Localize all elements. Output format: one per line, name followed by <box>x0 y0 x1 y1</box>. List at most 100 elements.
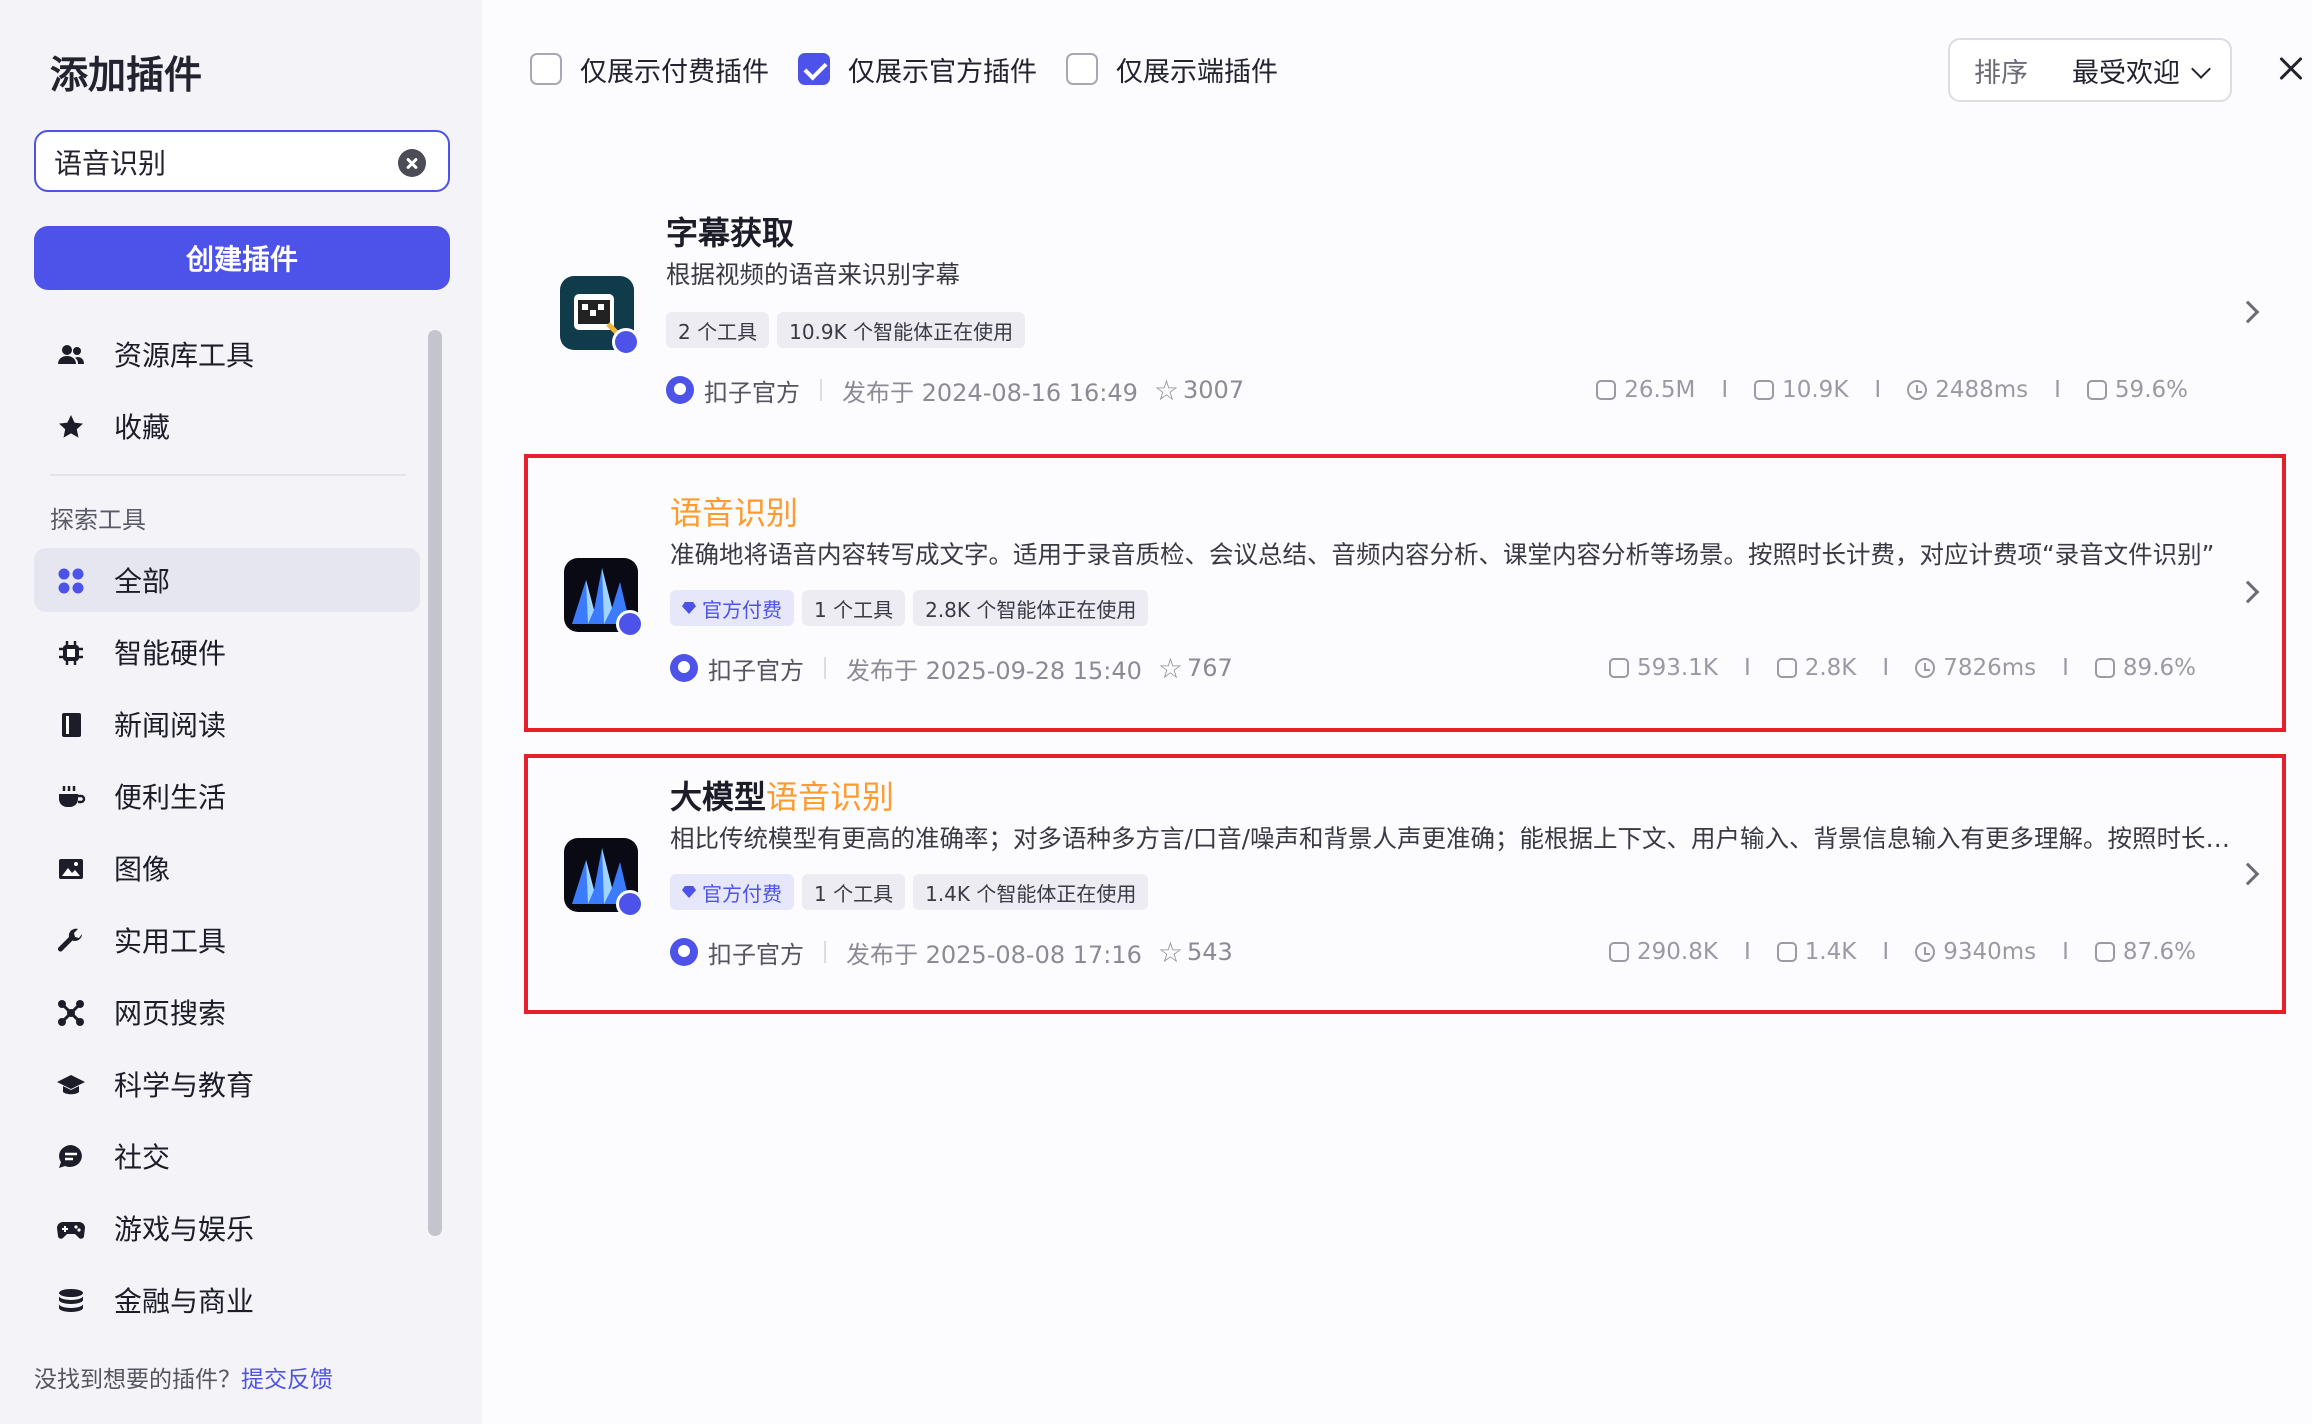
sidebar-item-utilities[interactable]: 实用工具 <box>34 908 420 972</box>
stat-calls: 593.1K <box>1637 655 1718 681</box>
star-icon <box>56 412 86 442</box>
filter-device[interactable]: 仅展示端插件 <box>1066 52 1278 88</box>
star-icon: ☆ <box>1157 651 1184 685</box>
stat-latency: 2488ms <box>1935 377 2029 403</box>
plugin-logo <box>564 838 644 918</box>
separator: I <box>1874 377 1882 403</box>
separator: I <box>2062 939 2069 965</box>
search-box[interactable] <box>34 130 450 192</box>
publish-date: 发布于 2025-09-28 15:40 <box>846 656 1142 685</box>
filter-label: 仅展示端插件 <box>1116 56 1278 88</box>
author-avatar <box>670 938 698 966</box>
checkbox-paid[interactable] <box>530 53 562 85</box>
plugin-logo <box>564 558 644 638</box>
feedback-text: 没找到想要的插件？ <box>34 1367 241 1393</box>
plugin-stats: 26.5M I 10.9K I 2488ms I 59.6% <box>1596 372 2188 408</box>
stat-success: 89.6% <box>2122 655 2196 681</box>
chevron-right-icon[interactable] <box>2236 862 2260 886</box>
users-icon <box>56 340 86 370</box>
sidebar-item-finance[interactable]: 金融与商业 <box>34 1268 420 1332</box>
sort-value: 最受欢迎 <box>2072 57 2180 89</box>
sidebar-item-all[interactable]: 全部 <box>34 548 420 612</box>
create-plugin-button[interactable]: 创建插件 <box>34 226 450 290</box>
success-rate-icon <box>2094 658 2115 678</box>
calls-icon <box>1596 380 1617 400</box>
calls-icon <box>1609 658 1629 678</box>
divider <box>50 474 406 476</box>
chip-icon <box>56 638 86 668</box>
stat-success: 87.6% <box>2122 939 2196 965</box>
plugin-title: 大模型语音识别 <box>670 778 895 816</box>
sidebar-item-label: 网页搜索 <box>114 997 227 1030</box>
sidebar-item-label: 收藏 <box>114 411 171 444</box>
plugin-card-subtitle[interactable]: 字幕获取 根据视频的语音来识别字幕 2 个工具 10.9K 个智能体正在使用 扣… <box>524 190 2286 460</box>
sidebar-item-label: 游戏与娱乐 <box>114 1213 255 1246</box>
separator: I <box>1721 377 1729 403</box>
plugin-card-speech-recognition[interactable]: 语音识别 准确地将语音内容转写成文字。适用于录音质检、会议总结、音频内容分析、课… <box>524 454 2286 732</box>
sidebar-item-label: 图像 <box>114 853 171 886</box>
sidebar-scrollbar[interactable] <box>428 330 442 1236</box>
plugin-card-llm-speech-recognition[interactable]: 大模型语音识别 相比传统模型有更高的准确率；对多语种多方言/口音/噪声和背景人声… <box>524 754 2286 1014</box>
sidebar-item-science-education[interactable]: 科学与教育 <box>34 1052 420 1116</box>
search-input[interactable] <box>54 140 394 184</box>
coins-icon <box>56 1286 86 1316</box>
publish-date: 发布于 2024-08-16 16:49 <box>842 378 1138 407</box>
filter-paid[interactable]: 仅展示付费插件 <box>530 52 769 88</box>
sidebar-item-label: 资源库工具 <box>114 339 255 372</box>
filter-official[interactable]: 仅展示官方插件 <box>798 52 1037 88</box>
plugin-stats: 593.1K I 2.8K I 7826ms I 89.6% <box>1609 650 2196 686</box>
separator: I <box>1882 655 1890 681</box>
sidebar-item-label: 社交 <box>114 1141 171 1174</box>
plugin-tags: 官方付费 1 个工具 2.8K 个智能体正在使用 <box>670 590 1149 626</box>
separator: I <box>2062 655 2069 681</box>
checkbox-official[interactable] <box>798 53 830 85</box>
plugin-meta: 扣子官方 发布于 2025-09-28 15:40 ☆ 767 <box>670 650 1233 686</box>
star-icon: ☆ <box>1157 935 1184 969</box>
sidebar-item-lifestyle[interactable]: 便利生活 <box>34 764 420 828</box>
chevron-right-icon[interactable] <box>2236 580 2260 604</box>
official-badge-icon <box>612 328 640 356</box>
book-icon <box>56 710 86 740</box>
sidebar-item-games[interactable]: 游戏与娱乐 <box>34 1196 420 1260</box>
sort-dropdown[interactable]: 排序 最受欢迎 <box>1948 38 2232 102</box>
plugin-title: 字幕获取 <box>666 214 795 252</box>
star-count: 543 <box>1187 938 1233 966</box>
publish-date: 发布于 2025-08-08 17:16 <box>846 940 1142 969</box>
filter-label: 仅展示付费插件 <box>580 56 769 88</box>
bots-icon <box>1776 658 1797 678</box>
close-icon[interactable] <box>2276 54 2306 84</box>
sidebar-item-library-tools[interactable]: 资源库工具 <box>34 322 420 386</box>
sidebar-item-label: 智能硬件 <box>114 637 227 670</box>
plugin-description: 相比传统模型有更高的准确率；对多语种多方言/口音/噪声和背景人声更准确；能根据上… <box>670 824 2236 853</box>
stat-bots: 10.9K <box>1782 377 1849 403</box>
grid-icon <box>56 566 86 596</box>
sidebar-item-web-search[interactable]: 网页搜索 <box>34 980 420 1044</box>
plugin-logo <box>560 276 640 356</box>
plugin-meta: 扣子官方 发布于 2025-08-08 17:16 ☆ 543 <box>670 934 1233 970</box>
sidebar-item-smart-hardware[interactable]: 智能硬件 <box>34 620 420 684</box>
separator: I <box>1882 939 1890 965</box>
sidebar-item-image[interactable]: 图像 <box>34 836 420 900</box>
author-avatar <box>670 654 698 682</box>
official-badge-icon <box>616 890 644 918</box>
usage-tag: 10.9K 个智能体正在使用 <box>777 312 1026 348</box>
checkbox-device[interactable] <box>1066 53 1098 85</box>
separator <box>820 379 822 401</box>
sidebar-item-favorites[interactable]: 收藏 <box>34 394 420 458</box>
clear-search-icon[interactable] <box>398 149 426 177</box>
separator <box>824 941 826 963</box>
sidebar-item-social[interactable]: 社交 <box>34 1124 420 1188</box>
calls-icon <box>1609 942 1629 962</box>
sidebar-item-label: 科学与教育 <box>114 1069 255 1102</box>
feedback-link[interactable]: 提交反馈 <box>241 1367 333 1393</box>
author-name: 扣子官方 <box>708 656 804 685</box>
stat-bots: 1.4K <box>1804 939 1857 965</box>
tool-count-tag: 2 个工具 <box>666 312 770 348</box>
stat-latency: 9340ms <box>1943 939 2037 965</box>
chevron-right-icon[interactable] <box>2236 300 2260 324</box>
sidebar-item-news[interactable]: 新闻阅读 <box>34 692 420 756</box>
plugin-tags: 官方付费 1 个工具 1.4K 个智能体正在使用 <box>670 874 1149 910</box>
star-count: 767 <box>1187 654 1233 682</box>
plugin-description: 根据视频的语音来识别字幕 <box>666 260 960 289</box>
filter-label: 仅展示官方插件 <box>848 56 1037 88</box>
